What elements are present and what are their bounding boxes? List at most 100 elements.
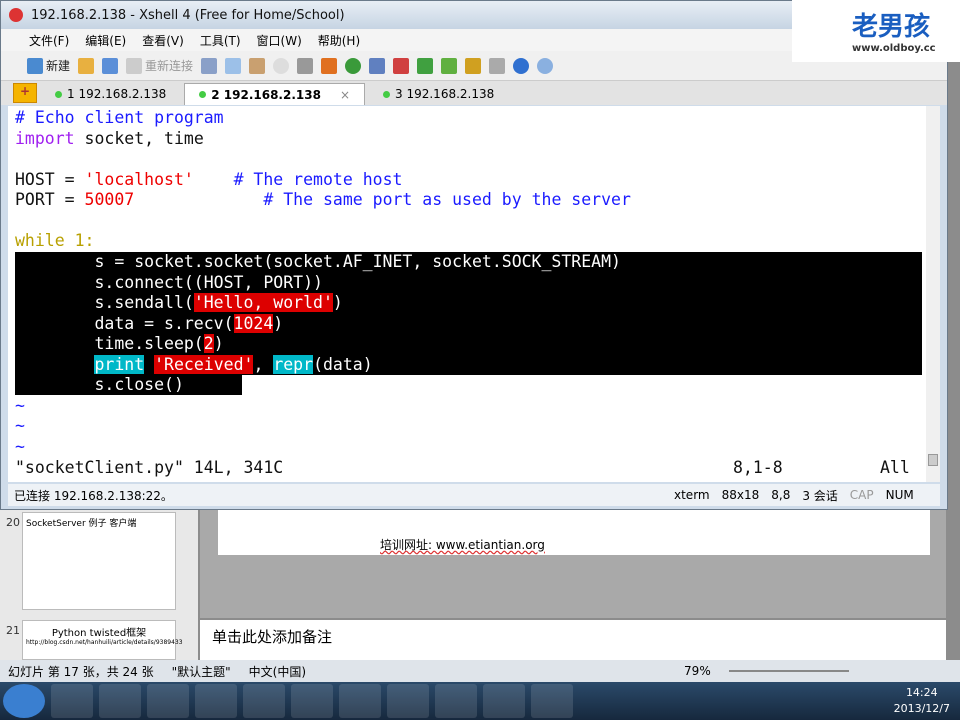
empty-line-marker: ~ [15,416,25,435]
close-tab-icon[interactable]: × [340,88,350,102]
transfer-icon[interactable] [321,57,338,74]
terminal[interactable]: # Echo client program import socket, tim… [8,106,940,482]
zoom-slider[interactable] [728,670,849,672]
font-icon[interactable] [369,57,386,74]
slide-thumbnails[interactable]: 20 SocketServer 例子 客户端 21 Python twisted… [0,510,198,660]
notepad-icon[interactable] [531,684,573,718]
help-icon[interactable] [513,57,530,74]
ie-icon[interactable] [51,684,93,718]
slide-count: 幻灯片 第 17 张，共 24 张 [8,664,154,679]
system-clock[interactable]: 14:24 2013/12/7 [894,685,950,717]
vim-scroll-position: All [880,458,910,477]
print-icon[interactable] [297,57,314,74]
powerpoint-window: 20 SocketServer 例子 客户端 21 Python twisted… [0,510,960,660]
copy-icon[interactable] [225,57,242,74]
menu-file[interactable]: 文件(F) [29,32,69,49]
code-line: print 'Received', repr(data) [94,355,373,374]
caps-indicator: CAP [849,488,874,502]
slide-thumbnail-20[interactable]: SocketServer 例子 客户端 [22,512,176,610]
word-icon[interactable] [291,684,333,718]
empty-line-marker: ~ [15,437,25,456]
menu-view[interactable]: 查看(V) [142,32,184,49]
paste-icon[interactable] [249,57,266,74]
reconnect-icon [126,57,143,74]
add-tab-button[interactable]: + [13,83,37,103]
tab-label: 2 192.168.2.138 [211,87,321,102]
globe-icon[interactable] [345,57,362,74]
code-line: s = socket.socket(socket.AF_INET, socket… [15,252,621,271]
slide-title: Python twisted框架 [51,628,147,639]
tab-label: 1 192.168.2.138 [67,87,167,101]
terminal-size: 88x18 [721,488,760,502]
vim-cursor-position: 8,1-8 [733,458,783,477]
tab-session-1[interactable]: 1 192.168.2.138 [41,83,180,105]
slide-title: SocketServer 例子 客户端 [26,519,137,529]
open-folder-icon[interactable] [78,57,95,74]
code-line: # Echo client program [15,108,224,127]
code-line: while 1: [15,231,95,250]
xshell-taskbar-icon[interactable] [387,684,429,718]
script-icon[interactable] [417,57,434,74]
terminal-type: xterm [674,488,710,502]
tab-label: 3 192.168.2.138 [395,87,495,101]
xftp-icon[interactable] [393,57,410,74]
reconnect-button[interactable]: 重新连接 [126,57,193,74]
app-icon[interactable] [195,684,237,718]
explorer-icon[interactable] [99,684,141,718]
session-count: 3 会话 [802,488,838,503]
new-session-icon [27,57,43,74]
tab-session-3[interactable]: 3 192.168.2.138 [369,83,508,105]
connect-icon[interactable] [102,57,119,74]
new-button[interactable]: 新建 [27,57,70,74]
tab-session-2[interactable]: 2 192.168.2.138 × [184,83,366,105]
keyboard-icon[interactable] [489,57,506,74]
new-label: 新建 [46,59,71,73]
code-line: time.sleep(2) [15,334,224,353]
menu-window[interactable]: 窗口(W) [257,32,302,49]
slide-editor[interactable]: 培训网址: www.etiantian.org [200,510,946,618]
menu-tools[interactable]: 工具(T) [200,32,241,49]
vmware-icon[interactable] [243,684,285,718]
chrome-icon[interactable] [339,684,381,718]
slide-thumbnail-21[interactable]: Python twisted框架 http://blog.csdn.net/han… [22,620,183,660]
window-title: 192.168.2.138 - Xshell 4 (Free for Home/… [31,7,345,23]
xshell-icon [9,8,23,22]
taskbar: 14:24 2013/12/7 [0,682,960,720]
lock-icon[interactable] [465,57,482,74]
status-dot-icon [55,90,62,98]
slide-number: 20 [6,516,20,529]
notes-pane[interactable]: 单击此处添加备注 [200,620,946,660]
powerpoint-icon[interactable] [435,684,477,718]
find-icon[interactable] [273,57,290,74]
media-icon[interactable] [147,684,189,718]
reconnect-label: 重新连接 [145,59,194,73]
cursor-position: 8,8 [771,488,791,502]
code-line: import socket, time [15,129,204,148]
users-icon[interactable] [483,684,525,718]
menu-edit[interactable]: 编辑(E) [85,32,126,49]
menu-help[interactable]: 帮助(H) [318,32,360,49]
properties-icon[interactable] [201,57,218,74]
scrollbar-thumb[interactable] [928,454,938,466]
start-button[interactable] [3,684,45,718]
connection-status: 已连接 192.168.2.138:22。 [14,488,173,503]
chat-icon[interactable] [537,57,554,74]
code-line: data = s.recv(1024) [15,314,284,333]
vim-file-info: "socketClient.py" 14L, 341C [15,458,284,477]
slide-text: http://blog.csdn.net/hanhuili/article/de… [26,639,183,646]
layout-icon[interactable] [441,57,458,74]
empty-line-marker: ~ [15,396,25,415]
xshell-status-bar: 已连接 192.168.2.138:22。 xterm 88x18 8,8 3 … [8,484,940,506]
code-line: s.connect((HOST, PORT)) [15,273,323,292]
code-line: s.sendall('Hello, world') [15,293,343,312]
slide-url-text: 培训网址: www.etiantian.org [380,538,545,552]
powerpoint-status-bar: 幻灯片 第 17 张，共 24 张 "默认主题" 中文(中国) 79% [0,660,960,682]
code-line: s.close() [15,375,184,394]
notes-placeholder: 单击此处添加备注 [212,628,333,646]
num-indicator: NUM [885,488,914,502]
terminal-scrollbar[interactable] [926,106,940,482]
language[interactable]: 中文(中国) [249,663,306,680]
theme-name: "默认主题" [171,664,231,679]
zoom-level[interactable]: 79% [684,664,711,678]
current-slide[interactable]: 培训网址: www.etiantian.org [218,510,930,555]
